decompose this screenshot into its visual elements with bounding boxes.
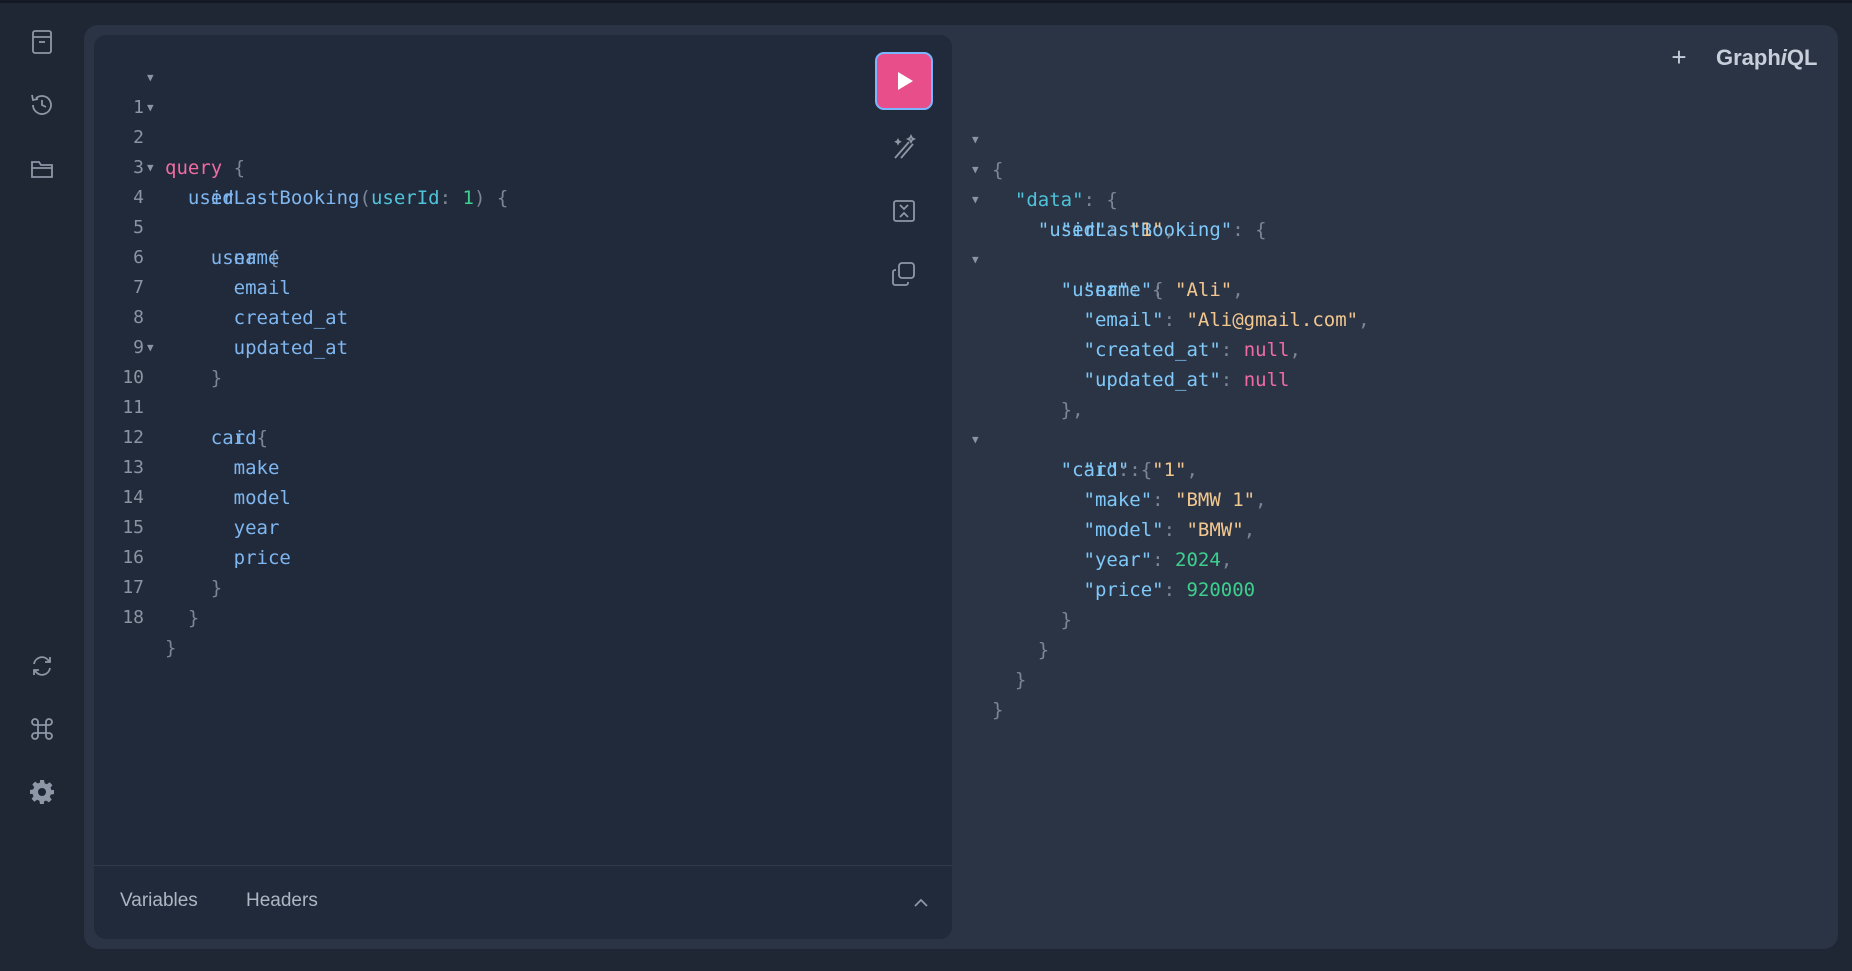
result-line: "id": "1", (1083, 459, 1198, 481)
play-icon (898, 72, 913, 90)
code-line: 18 } (94, 573, 854, 659)
result-line: "id": "1", (1060, 219, 1176, 241)
copy-icon (892, 262, 915, 286)
prettify-button[interactable] (884, 127, 924, 167)
result-line: "year": 2024, (1083, 549, 1233, 571)
graphiql-logo: GraphiQL (1716, 45, 1818, 70)
editor-tools-bar: Variables Headers (94, 865, 952, 939)
tab-headers[interactable]: Headers (246, 890, 318, 912)
result-line: ▼ "userLastBooking": { (968, 155, 1267, 241)
shortcuts-command-icon[interactable] (22, 709, 62, 749)
result-line: ▼ { (968, 95, 1014, 181)
copy-query-button[interactable] (884, 254, 924, 294)
docs-icon[interactable] (22, 22, 62, 62)
result-line: "name": "Ali", (1083, 279, 1244, 301)
result-line: } (1037, 639, 1050, 661)
code-line: 15 price (94, 483, 854, 569)
code-line: 14 year (94, 453, 854, 539)
fold-arrow-icon[interactable]: ▼ (147, 93, 154, 123)
result-line: "make": "BMW 1", (1083, 489, 1267, 511)
merge-icon (893, 200, 915, 222)
tab-variables[interactable]: Variables (120, 890, 198, 912)
result-line: } (1014, 669, 1027, 691)
result-line: "created_at": null, (1083, 339, 1301, 361)
fold-arrow-icon[interactable]: ▼ (147, 153, 154, 183)
settings-gear-icon[interactable] (22, 772, 62, 812)
result-line: ▼ "user": { (968, 215, 1164, 301)
result-line: "email": "Ali@gmail.com", (1083, 309, 1370, 331)
result-line: } (992, 699, 1004, 721)
add-tab-button[interactable]: + (1664, 42, 1694, 72)
window-top-border (0, 0, 1852, 3)
code-line: 9 } (94, 303, 854, 389)
code-line: 13 model (94, 423, 854, 509)
code-line: 7 created_at (94, 243, 854, 329)
code-line: 6 email (94, 213, 854, 299)
sidebar (0, 3, 84, 971)
fold-arrow-icon[interactable]: ▼ (147, 63, 154, 93)
result-line: "price": 920000 (1083, 579, 1256, 601)
execute-query-button[interactable] (875, 52, 933, 110)
code-line: 16 } (94, 513, 854, 599)
chevron-up-icon[interactable] (906, 888, 936, 918)
result-line: } (1060, 609, 1073, 631)
query-editor[interactable]: 1 ▼ query { 2 ▼ userLastBooking(userId: … (94, 35, 952, 939)
code-line: 3 id (94, 123, 854, 209)
code-line: 17 } (94, 543, 854, 629)
prettify-magic-wand-icon (894, 133, 917, 159)
result-line: ▼ "data": { (968, 125, 1118, 211)
line-number: 18 (122, 607, 144, 628)
refetch-schema-icon[interactable] (22, 646, 62, 686)
history-icon[interactable] (22, 85, 62, 125)
code-line: 5 name (94, 183, 854, 269)
result-line: "model": "BMW", (1083, 519, 1256, 541)
code-line: 10 ▼ car { (94, 333, 854, 449)
result-line: "updated_at": null (1083, 369, 1290, 391)
code-line: 8 updated_at (94, 273, 854, 359)
explorer-folder-icon[interactable] (22, 149, 62, 189)
code-line: 4 ▼ user { (94, 153, 854, 269)
query-code[interactable]: 1 ▼ query { 2 ▼ userLastBooking(userId: … (94, 63, 854, 659)
merge-fragments-button[interactable] (884, 191, 924, 231)
result-line: ▼ "car": { (968, 395, 1152, 481)
result-viewer: ▼ { ▼ "data": { ▼ "userLastBooking": { "… (968, 95, 1370, 721)
code-line: 11 id (94, 363, 854, 449)
code-line: 12 make (94, 393, 854, 479)
code-line: 2 ▼ userLastBooking(userId: 1) { (94, 93, 854, 209)
result-line: }, (1060, 399, 1084, 421)
code-line: 1 ▼ query { (94, 63, 854, 179)
fold-arrow-icon[interactable]: ▼ (147, 333, 154, 363)
